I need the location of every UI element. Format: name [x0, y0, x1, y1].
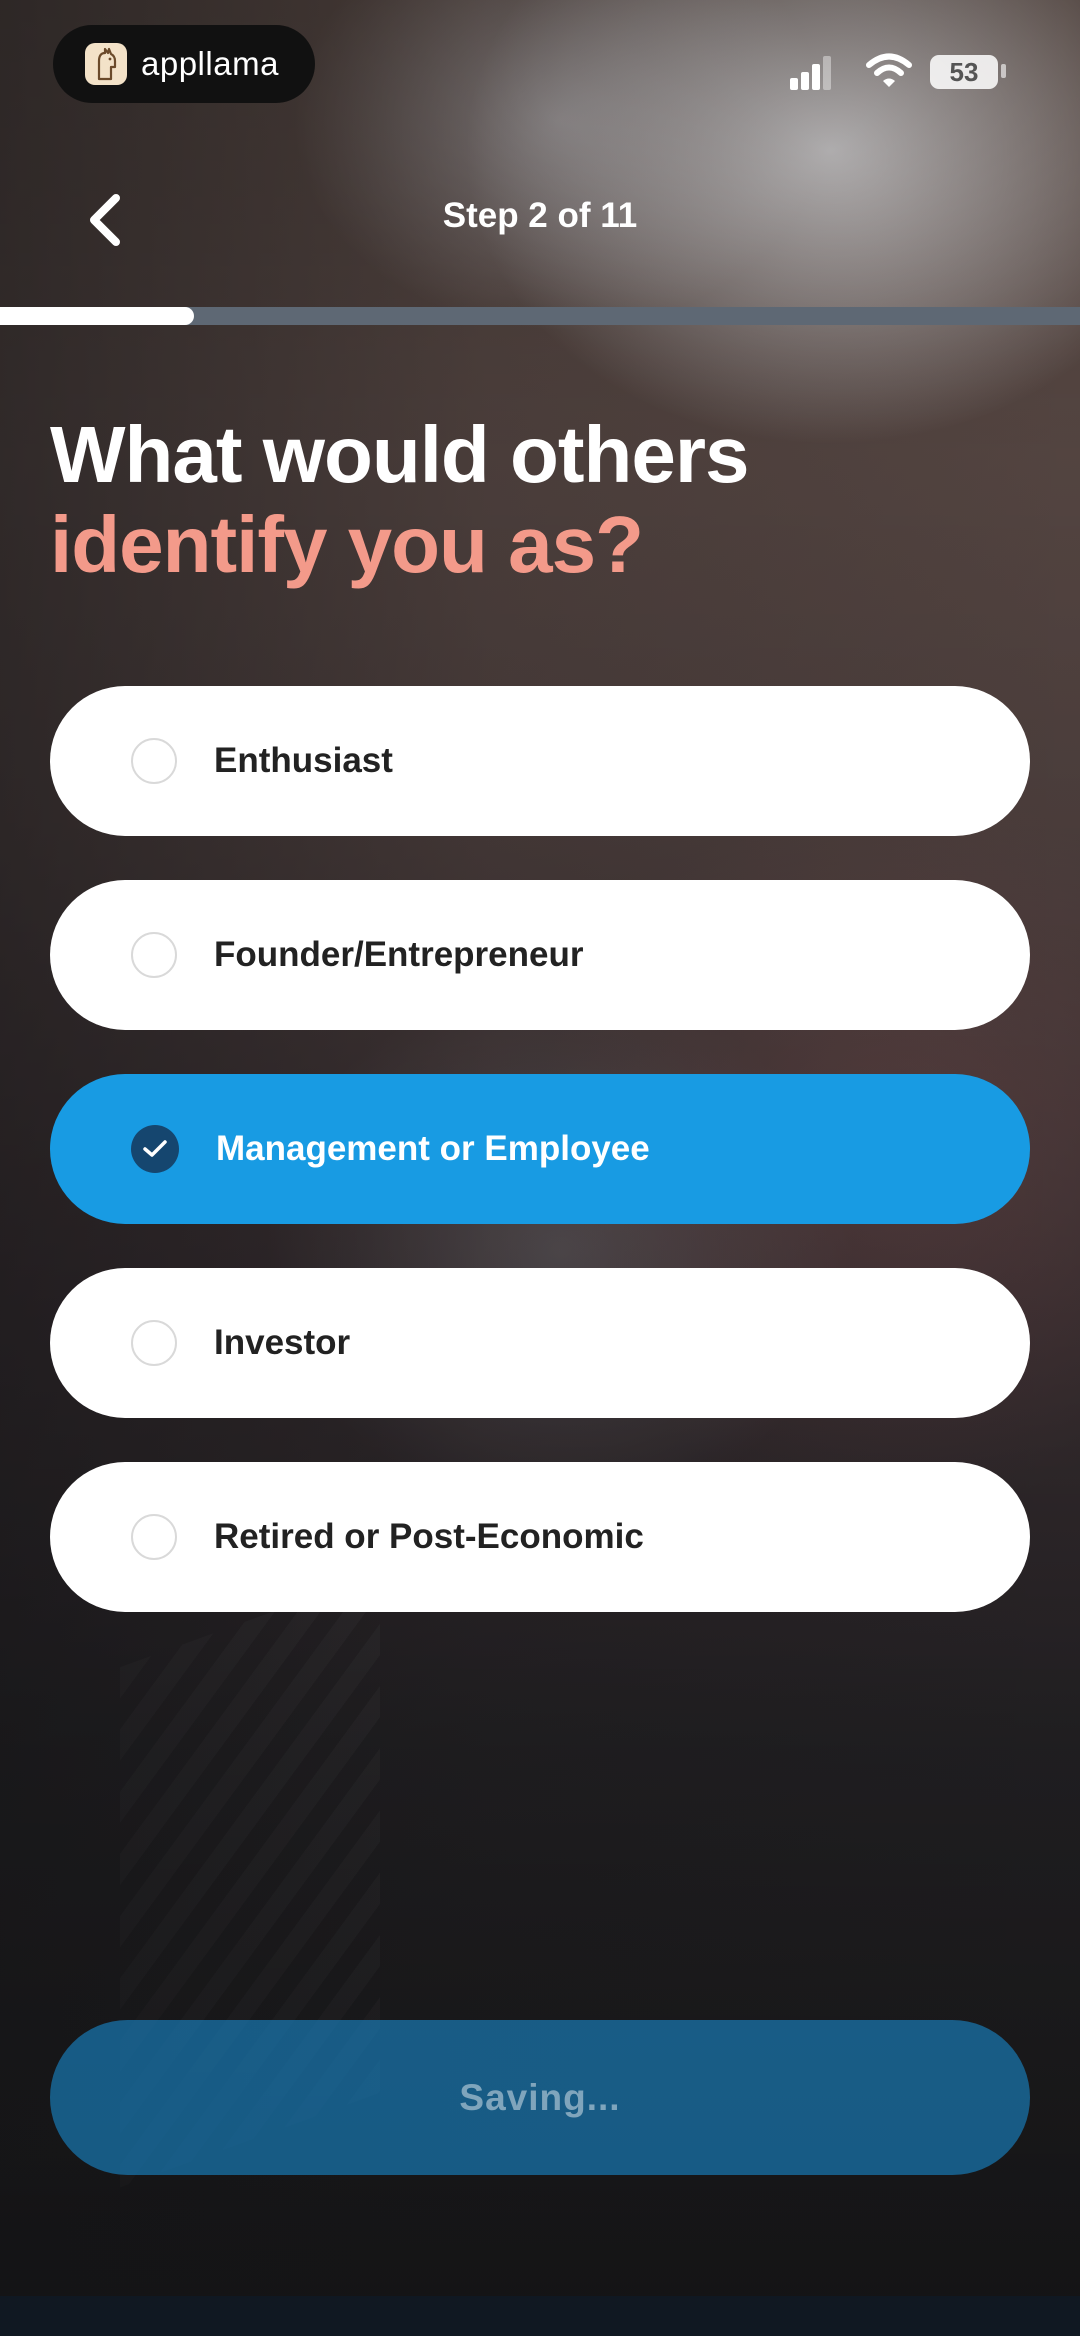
option-retired-or-post-economic[interactable]: Retired or Post-Economic	[50, 1462, 1030, 1612]
radio-icon	[131, 1514, 177, 1560]
option-enthusiast[interactable]: Enthusiast	[50, 686, 1030, 836]
radio-icon	[131, 738, 177, 784]
saving-button[interactable]: Saving...	[50, 2020, 1030, 2175]
progress-fill	[0, 307, 195, 325]
option-label: Retired or Post-Economic	[214, 1517, 644, 1556]
battery-icon: 53	[930, 55, 998, 89]
battery-level: 53	[949, 56, 979, 87]
option-founder-entrepreneur[interactable]: Founder/Entrepreneur	[50, 880, 1030, 1030]
progress-bar	[0, 307, 1080, 325]
option-label: Management or Employee	[216, 1129, 650, 1168]
question-heading: What would others identify you as?	[50, 410, 750, 590]
question-line-2: identify you as?	[50, 500, 644, 589]
checkmark-icon	[131, 1125, 179, 1173]
radio-icon	[131, 1320, 177, 1366]
brand-pill: appllama	[53, 25, 315, 103]
cellular-signal-icon	[790, 56, 832, 90]
radio-icon	[131, 932, 177, 978]
option-label: Founder/Entrepreneur	[214, 935, 584, 974]
llama-logo-icon	[85, 43, 127, 85]
options-list: Enthusiast Founder/Entrepreneur Manageme…	[50, 686, 1030, 1656]
wifi-icon	[866, 52, 912, 90]
step-label: Step 2 of 11	[442, 196, 638, 235]
option-investor[interactable]: Investor	[50, 1268, 1030, 1418]
option-label: Enthusiast	[214, 741, 393, 780]
option-label: Investor	[214, 1323, 351, 1362]
brand-name: appllama	[141, 45, 279, 82]
saving-button-label: Saving...	[459, 2076, 621, 2118]
option-management-or-employee[interactable]: Management or Employee	[50, 1074, 1030, 1224]
question-line-1: What would others	[50, 410, 750, 499]
status-bar: appllama 53	[0, 0, 1080, 120]
